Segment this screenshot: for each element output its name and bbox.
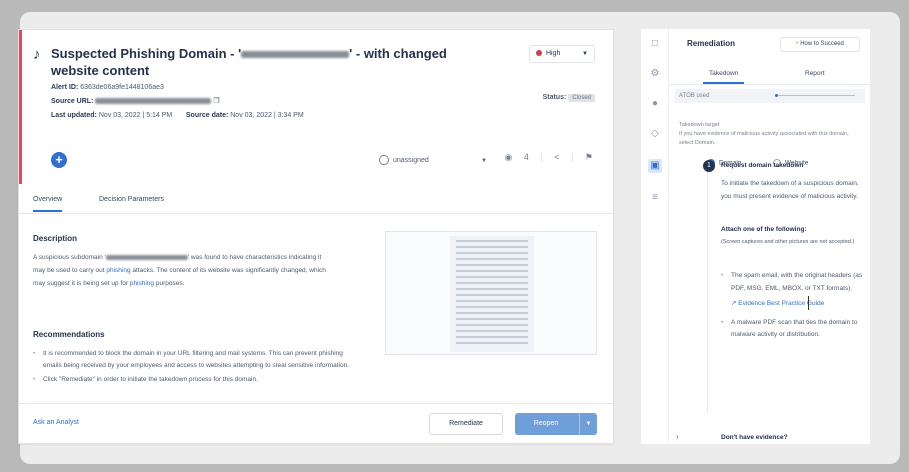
- list-item: Click "Remediate" in order to initiate t…: [33, 374, 353, 386]
- overview-content: Description A suspicious subdomain ' ' wa…: [19, 215, 613, 400]
- step-number: 1: [703, 160, 715, 172]
- add-button[interactable]: +: [51, 152, 67, 168]
- status-row: Status: Closed: [542, 94, 595, 102]
- tab-decision-parameters[interactable]: Decision Parameters: [99, 196, 164, 203]
- description-end: purposes.: [154, 280, 185, 287]
- tab-takedown[interactable]: Takedown: [703, 70, 745, 84]
- list-item: A malware PDF scan that ties the domain …: [721, 317, 863, 342]
- remediate-button[interactable]: Remediate: [429, 413, 503, 435]
- description-pre: A suspicious subdomain ': [33, 254, 106, 261]
- usage-label: ATOB used: [679, 93, 710, 99]
- dates-row: Last updated: Nov 03, 2022 | 5:14 PM Sou…: [51, 112, 304, 119]
- alert-header: ♪ Suspected Phishing Domain - ' ' - with …: [33, 42, 599, 182]
- attach-heading: Attach one of the following:: [721, 226, 807, 233]
- header-actions: ◉ 4 | < | ⚑: [496, 152, 593, 163]
- takedown-target-label: Takedown target: [679, 122, 720, 128]
- alert-title: Suspected Phishing Domain - ' ' - with ch…: [51, 45, 471, 79]
- list-item: It is recommended to block the domain in…: [33, 348, 353, 372]
- tab-overview[interactable]: Overview: [33, 196, 63, 212]
- usage-bar: ATOB used: [675, 89, 865, 103]
- assignee-value: unassigned: [393, 157, 429, 164]
- alert-card: ♪ Suspected Phishing Domain - ' ' - with …: [18, 29, 614, 444]
- chevron-down-icon[interactable]: ▼: [579, 413, 597, 435]
- source-url-row: Source URL: ❐: [51, 97, 220, 105]
- lightbulb-icon: •: [796, 41, 799, 47]
- divider: |: [540, 152, 543, 162]
- alert-id-row: Alert ID: 6363de06a9fe1448106ae3: [51, 84, 164, 91]
- shield-icon[interactable]: ◇: [648, 127, 662, 141]
- side-icon-rail: □ ⚙ ● ◇ ▣ ≡: [641, 29, 669, 444]
- remediation-icon[interactable]: ▣: [648, 159, 662, 173]
- step-text: To initiate the takedown of a suspicious…: [721, 180, 859, 200]
- redacted-domain: [241, 51, 350, 59]
- eye-icon[interactable]: ◉ 4: [505, 152, 529, 162]
- chevron-down-icon: ▼: [582, 51, 588, 57]
- tag-icon: ♪: [33, 46, 41, 63]
- severity-accent-bar: [19, 30, 22, 184]
- alert-id-label: Alert ID:: [51, 84, 79, 91]
- attach-list: The spam email, with the original header…: [721, 270, 863, 345]
- settings-icon[interactable]: ⚙: [648, 67, 662, 81]
- tab-report[interactable]: Report: [805, 70, 825, 77]
- avatar-icon: [379, 155, 389, 166]
- usage-track: [775, 94, 855, 97]
- screenshot-image: [450, 236, 534, 352]
- copy-icon[interactable]: ❐: [213, 98, 219, 105]
- attach-note: (Screen captures and other pictures are …: [721, 239, 855, 245]
- takedown-target-hint: If you have evidence of malicious activi…: [679, 131, 849, 146]
- recommendations-list: It is recommended to block the domain in…: [33, 348, 353, 388]
- redacted-source-url: [95, 98, 212, 105]
- last-updated-value: Nov 03, 2022 | 5:14 PM: [98, 112, 173, 119]
- chevron-down-icon: ▼: [481, 158, 487, 164]
- share-icon[interactable]: <: [554, 152, 559, 162]
- status-badge: Closed: [568, 94, 595, 102]
- chevron-right-icon[interactable]: ›: [676, 432, 679, 441]
- alert-id-value: 6363de06a9fe1448106ae3: [80, 84, 164, 91]
- alert-tabs: Overview Decision Parameters: [19, 186, 613, 214]
- source-date-value: Nov 03, 2022 | 3:34 PM: [230, 112, 304, 119]
- recommendations-heading: Recommendations: [33, 330, 105, 339]
- notes-icon[interactable]: ≡: [648, 191, 662, 205]
- severity-dot-icon: [536, 50, 542, 57]
- severity-dropdown[interactable]: High ▼: [529, 45, 595, 63]
- text-cursor: [808, 296, 809, 310]
- description-heading: Description: [33, 234, 78, 243]
- alert-title-prefix: Suspected Phishing Domain - ': [51, 46, 242, 61]
- how-to-succeed-button[interactable]: • How to Succeed: [780, 37, 860, 52]
- evidence-guide-label: Evidence Best Practice Guide: [738, 300, 825, 307]
- divider: |: [571, 152, 574, 162]
- source-url-label: Source URL:: [51, 98, 94, 105]
- reopen-label: Reopen: [533, 420, 559, 427]
- ask-analyst-link[interactable]: Ask an Analyst: [33, 419, 79, 426]
- remediation-tabs: Takedown Report: [669, 63, 870, 85]
- list-item: The spam email, with the original header…: [721, 270, 863, 295]
- flag-icon[interactable]: ⚑: [585, 152, 593, 162]
- reopen-button[interactable]: Reopen ▼: [515, 413, 597, 435]
- website-screenshot-thumbnail[interactable]: [385, 231, 597, 355]
- no-evidence-heading: Don't have evidence?: [721, 434, 788, 441]
- watchers-count: 4: [523, 152, 529, 162]
- alert-footer: Ask an Analyst Remediate Reopen ▼: [19, 403, 613, 443]
- evidence-guide-link[interactable]: ↗ Evidence Best Practice Guide: [731, 298, 863, 311]
- phishing-link[interactable]: phishing: [130, 280, 154, 287]
- redacted-subdomain: [105, 254, 188, 260]
- remediation-title: Remediation: [687, 39, 736, 48]
- chat-icon[interactable]: ●: [648, 97, 662, 111]
- last-updated-label: Last updated:: [51, 112, 97, 119]
- assignee-dropdown[interactable]: unassigned ▼: [379, 152, 487, 170]
- description-text: A suspicious subdomain ' ' was found to h…: [33, 251, 333, 290]
- status-label: Status:: [542, 94, 567, 101]
- phishing-link[interactable]: phishing: [106, 267, 130, 274]
- how-to-label: How to Succeed: [800, 41, 844, 47]
- severity-value: High: [546, 50, 561, 57]
- source-date-label: Source date:: [185, 112, 229, 119]
- step-title: Request domain takedown: [721, 162, 804, 169]
- document-icon[interactable]: □: [648, 37, 662, 51]
